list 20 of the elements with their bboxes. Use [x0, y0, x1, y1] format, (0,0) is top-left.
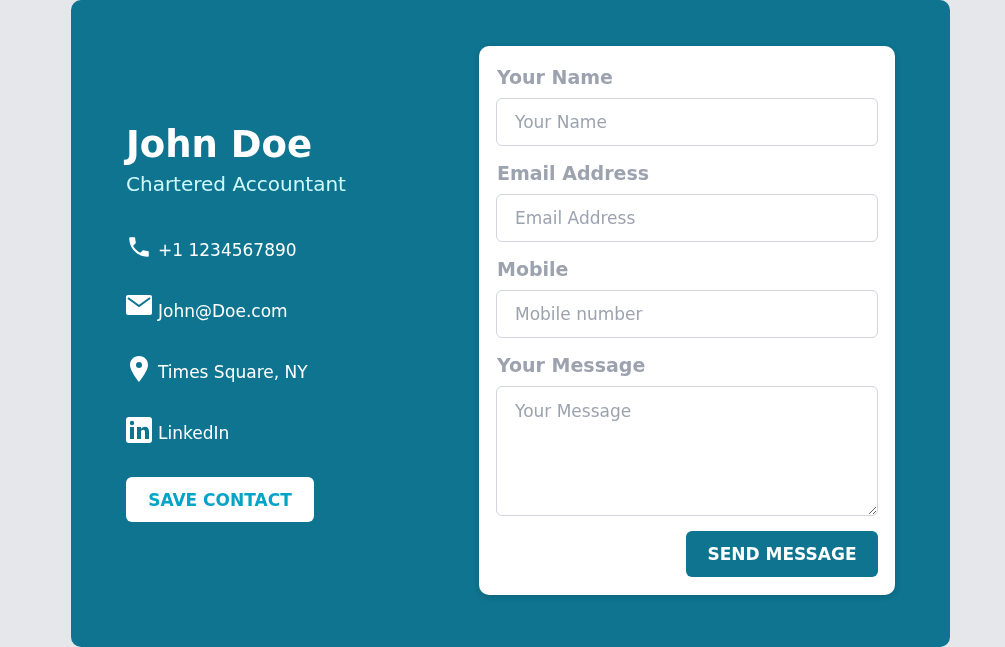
input-field[interactable]: Email Address [496, 194, 878, 242]
linkedin-icon [126, 417, 152, 443]
contact-text: +1 1234567890 [158, 240, 297, 260]
envelope-icon [126, 295, 152, 315]
input-field[interactable]: Mobile number [496, 290, 878, 338]
person-name: John Doe [126, 122, 313, 168]
send-message-button[interactable]: SEND MESSAGE [686, 531, 878, 577]
job-title: Chartered Accountant [126, 172, 347, 196]
field-label: Your Message [497, 354, 647, 376]
save-contact-button[interactable]: SAVE CONTACT [126, 477, 314, 522]
map-pin-icon [129, 356, 149, 382]
field-label: Email Address [497, 162, 651, 184]
contact-text: Times Square, NY [158, 362, 308, 382]
field-label: Mobile [497, 258, 570, 280]
field-label: Your Name [497, 66, 614, 88]
phone-icon [126, 234, 152, 260]
contact-text[interactable]: LinkedIn [158, 423, 230, 443]
message-field[interactable]: Your Message [496, 386, 878, 516]
contact-text: John@Doe.com [158, 301, 288, 321]
input-field[interactable]: Your Name [496, 98, 878, 146]
